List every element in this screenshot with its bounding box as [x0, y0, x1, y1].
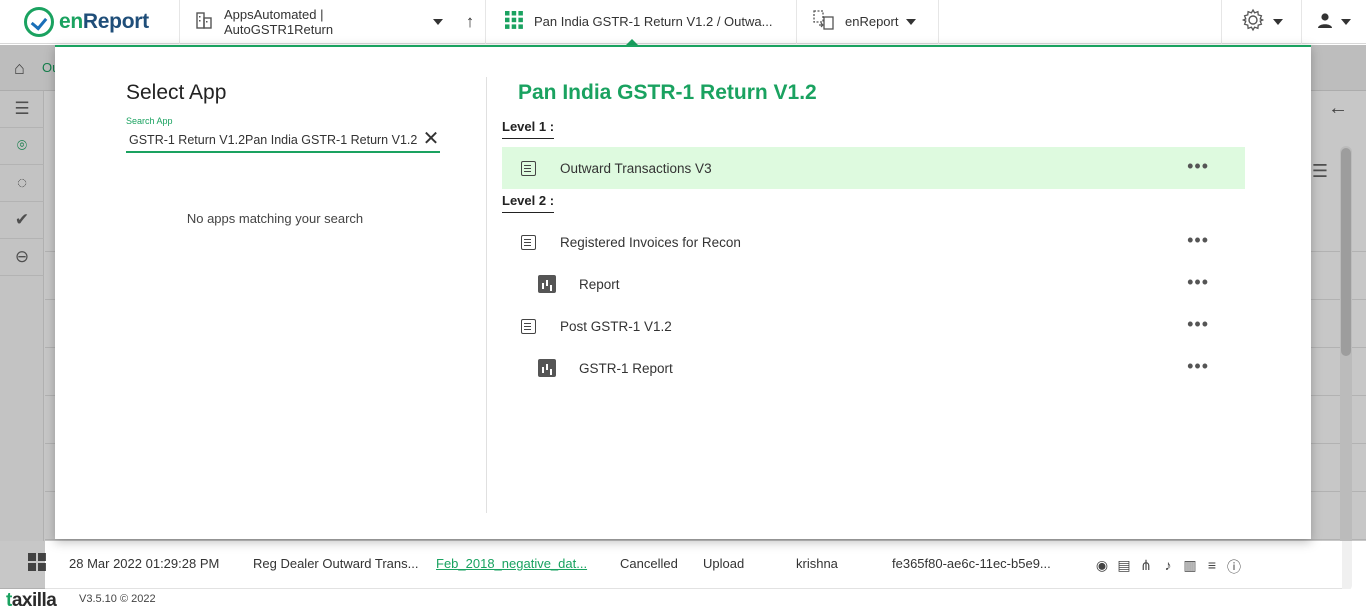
- logo-suffix: Report: [82, 9, 149, 33]
- more-options-icon[interactable]: •••: [1187, 314, 1209, 335]
- info-icon[interactable]: ⓘ: [1226, 557, 1242, 577]
- form-icon: [520, 234, 536, 250]
- taxilla-logo: taxilla: [6, 590, 57, 611]
- clipboard-icon[interactable]: ▤: [1116, 557, 1132, 577]
- gear-icon: [1241, 8, 1265, 35]
- modal-backdrop: [0, 541, 45, 589]
- row-file-link[interactable]: Feb_2018_negative_dat...: [436, 556, 587, 571]
- search-label: Search App: [126, 116, 173, 126]
- tree-item-label: Report: [579, 276, 620, 292]
- tree-item-label: GSTR-1 Report: [579, 360, 673, 376]
- bell-icon[interactable]: ♪: [1160, 557, 1176, 577]
- apps-grid-icon: [504, 10, 524, 33]
- logo-prefix: en: [59, 9, 83, 33]
- level-1-label: Level 1 :: [502, 119, 555, 139]
- form-icon: [520, 318, 536, 334]
- row-action: Upload: [703, 556, 745, 571]
- chevron-down-icon: [906, 18, 917, 25]
- search-input[interactable]: [126, 129, 418, 151]
- select-app-modal: Select App Search App ✕ No apps matching…: [55, 45, 1311, 539]
- switch-report-icon: [813, 10, 835, 33]
- row-status: Cancelled: [620, 556, 678, 571]
- table-row: 28 Mar 2022 01:29:28 PM Reg Dealer Outwa…: [0, 541, 1342, 589]
- modal-title: Select App: [126, 81, 227, 104]
- row-user: krishna: [796, 556, 838, 571]
- level-2-label: Level 2 :: [502, 193, 555, 213]
- user-menu[interactable]: [1301, 0, 1366, 44]
- divider: [486, 77, 487, 513]
- report-icon: [538, 275, 556, 293]
- tree-item-label: Outward Transactions V3: [560, 160, 712, 176]
- app-label: Pan India GSTR-1 Return V1.2 / Outwa...: [534, 14, 773, 29]
- chevron-down-icon: [1272, 18, 1283, 25]
- close-icon[interactable]: ✕: [422, 129, 440, 151]
- app-title: Pan India GSTR-1 Return V1.2: [518, 81, 817, 104]
- tree-item-outward-transactions[interactable]: Outward Transactions V3 •••: [502, 147, 1245, 189]
- tree-item-label: Registered Invoices for Recon: [560, 234, 741, 250]
- row-type: Reg Dealer Outward Trans...: [253, 556, 419, 571]
- more-options-icon[interactable]: •••: [1187, 156, 1209, 177]
- search-field: ✕: [126, 129, 440, 153]
- row-id: fe365f80-ae6c-11ec-b5e9...: [892, 556, 1051, 571]
- version-text: V3.5.10 © 2022: [79, 593, 156, 605]
- tree-item-label: Post GSTR-1 V1.2: [560, 318, 672, 334]
- row-date: 28 Mar 2022 01:29:28 PM: [69, 556, 220, 571]
- report-label: enReport: [845, 14, 899, 29]
- chevron-down-icon: [1341, 18, 1351, 25]
- tree-item-report[interactable]: Report •••: [502, 263, 1245, 305]
- lines-icon[interactable]: ≡: [1204, 557, 1220, 577]
- footer: taxilla V3.5.10 © 2022: [0, 589, 1366, 612]
- app-search-pane: Select App Search App ✕ No apps matching…: [55, 47, 487, 541]
- more-options-icon[interactable]: •••: [1187, 230, 1209, 251]
- no-results-message: No apps matching your search: [186, 211, 364, 226]
- top-navbar: enReport AppsAutomated | AutoGSTR1Return…: [0, 0, 1366, 45]
- form-icon: [520, 160, 536, 176]
- entity-label: AppsAutomated | AutoGSTR1Return: [224, 6, 334, 37]
- chevron-down-icon: [433, 18, 443, 25]
- app-selector[interactable]: Pan India GSTR-1 Return V1.2 / Outwa...: [485, 0, 797, 45]
- hierarchy-icon[interactable]: ⋔: [1138, 557, 1154, 577]
- logo-check-icon: [24, 6, 54, 37]
- columns-icon[interactable]: ▥: [1182, 557, 1198, 577]
- entity-selector[interactable]: AppsAutomated | AutoGSTR1Return: [180, 0, 455, 44]
- row-actions: ◉ ▤ ⋔ ♪ ▥ ≡ ⓘ: [1094, 557, 1242, 577]
- building-icon: [194, 11, 214, 32]
- up-arrow-icon[interactable]: ↑: [455, 0, 485, 44]
- tree-item-gstr1-report[interactable]: GSTR-1 Report •••: [502, 347, 1245, 389]
- eye-icon[interactable]: ◉: [1094, 557, 1110, 577]
- report-selector[interactable]: enReport: [797, 0, 939, 44]
- tree-item-post-gstr1[interactable]: Post GSTR-1 V1.2 •••: [502, 305, 1245, 347]
- tree-item-registered-invoices[interactable]: Registered Invoices for Recon •••: [502, 221, 1245, 263]
- report-icon: [538, 359, 556, 377]
- settings-menu[interactable]: [1221, 0, 1301, 44]
- enreport-logo[interactable]: enReport: [0, 0, 180, 44]
- user-icon: [1317, 12, 1333, 31]
- more-options-icon[interactable]: •••: [1187, 272, 1209, 293]
- app-tree-pane: Pan India GSTR-1 Return V1.2 Level 1 : O…: [502, 47, 1302, 541]
- more-options-icon[interactable]: •••: [1187, 356, 1209, 377]
